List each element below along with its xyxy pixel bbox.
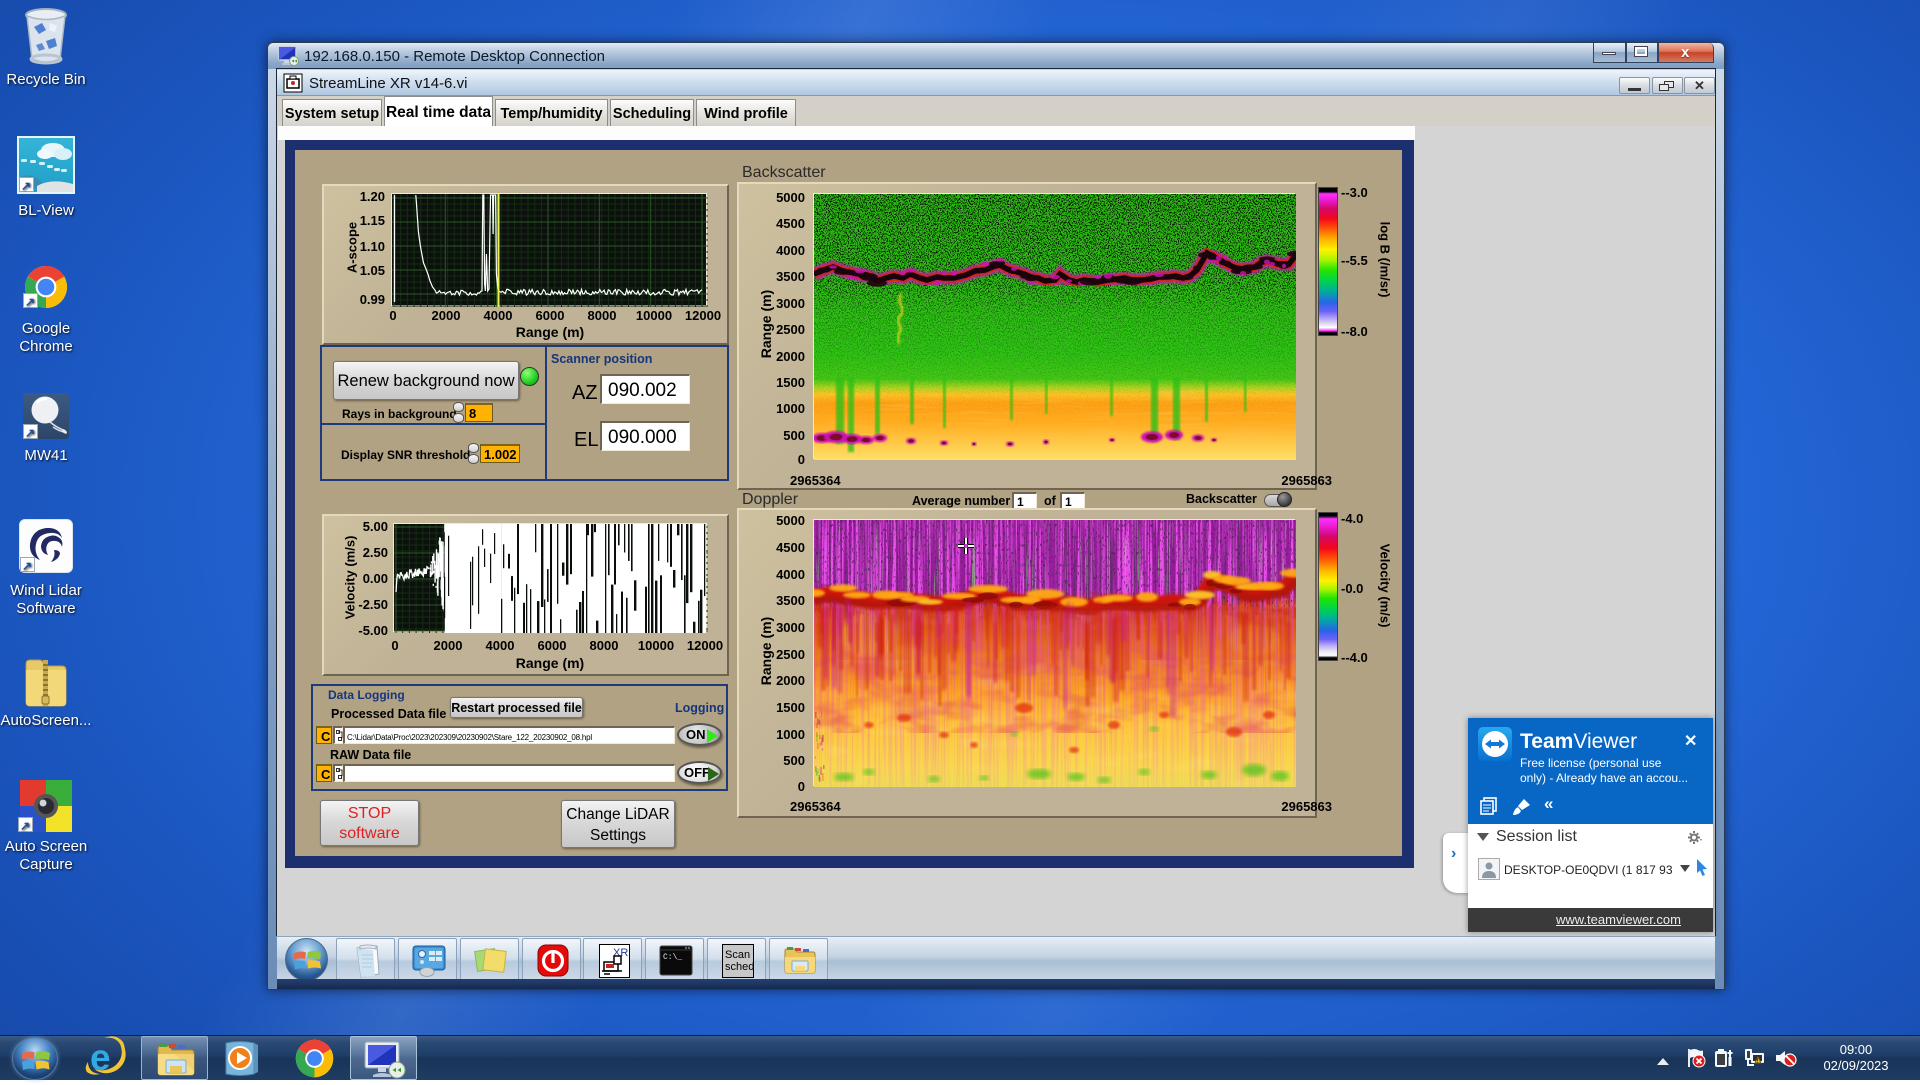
- svg-text:C:\_: C:\_: [663, 953, 682, 962]
- svg-text:sched: sched: [725, 961, 754, 973]
- svg-text:Scan: Scan: [725, 949, 750, 961]
